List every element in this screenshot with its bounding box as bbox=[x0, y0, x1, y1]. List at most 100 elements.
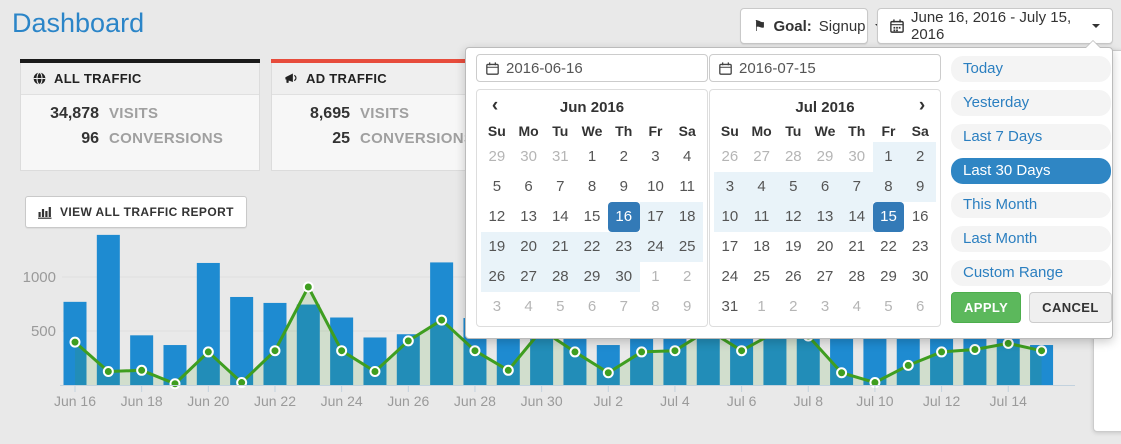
calendar-day[interactable]: 22 bbox=[576, 232, 608, 262]
start-date-input[interactable]: 2016-06-16 bbox=[476, 54, 708, 82]
calendar-day[interactable]: 2 bbox=[671, 262, 703, 292]
calendar-day[interactable]: 3 bbox=[481, 292, 513, 322]
calendar-day[interactable]: 28 bbox=[841, 262, 873, 292]
calendar-day[interactable]: 24 bbox=[714, 262, 746, 292]
date-range-button[interactable]: June 16, 2016 - July 15, 2016 bbox=[877, 8, 1113, 44]
calendar-day[interactable]: 6 bbox=[904, 292, 936, 322]
calendar-day[interactable]: 3 bbox=[640, 142, 672, 172]
calendar-day[interactable]: 24 bbox=[640, 232, 672, 262]
calendar-day-selected[interactable]: 16 bbox=[608, 202, 640, 232]
calendar-day[interactable]: 3 bbox=[809, 292, 841, 322]
calendar-day[interactable]: 11 bbox=[746, 202, 778, 232]
calendar-day[interactable]: 6 bbox=[513, 172, 545, 202]
range-option-custom-range[interactable]: Custom Range bbox=[951, 260, 1111, 286]
calendar-day[interactable]: 20 bbox=[513, 232, 545, 262]
calendar-day[interactable]: 6 bbox=[809, 172, 841, 202]
calendar-day[interactable]: 27 bbox=[513, 262, 545, 292]
range-option-last-7-days[interactable]: Last 7 Days bbox=[951, 124, 1111, 150]
next-month-arrow[interactable]: › bbox=[910, 94, 934, 120]
calendar-day[interactable]: 3 bbox=[714, 172, 746, 202]
calendar-day[interactable]: 5 bbox=[481, 172, 513, 202]
calendar-day[interactable]: 26 bbox=[777, 262, 809, 292]
calendar-day[interactable]: 19 bbox=[777, 232, 809, 262]
previous-month-arrow[interactable]: ‹ bbox=[483, 94, 507, 120]
calendar-day[interactable]: 8 bbox=[873, 172, 905, 202]
calendar-day[interactable]: 29 bbox=[873, 262, 905, 292]
calendar-day[interactable]: 7 bbox=[841, 172, 873, 202]
view-all-traffic-report-button[interactable]: VIEW ALL TRAFFIC REPORT bbox=[25, 196, 247, 228]
end-date-input[interactable]: 2016-07-15 bbox=[709, 54, 941, 82]
calendar-day[interactable]: 9 bbox=[608, 172, 640, 202]
calendar-day[interactable]: 29 bbox=[481, 142, 513, 172]
calendar-day[interactable]: 23 bbox=[608, 232, 640, 262]
calendar-day[interactable]: 12 bbox=[481, 202, 513, 232]
calendar-day[interactable]: 10 bbox=[640, 172, 672, 202]
calendar-day[interactable]: 28 bbox=[777, 142, 809, 172]
calendar-day[interactable]: 22 bbox=[873, 232, 905, 262]
calendar-day[interactable]: 6 bbox=[576, 292, 608, 322]
calendar-day[interactable]: 30 bbox=[608, 262, 640, 292]
calendar-day[interactable]: 23 bbox=[904, 232, 936, 262]
calendar-day[interactable]: 5 bbox=[544, 292, 576, 322]
range-option-last-30-days[interactable]: Last 30 Days bbox=[951, 158, 1111, 184]
calendar-day[interactable]: 4 bbox=[746, 172, 778, 202]
calendar-day[interactable]: 13 bbox=[809, 202, 841, 232]
calendar-day[interactable]: 30 bbox=[904, 262, 936, 292]
calendar-day[interactable]: 19 bbox=[481, 232, 513, 262]
calendar-day[interactable]: 25 bbox=[671, 232, 703, 262]
calendar-day[interactable]: 10 bbox=[714, 202, 746, 232]
calendar-day[interactable]: 4 bbox=[841, 292, 873, 322]
range-option-yesterday[interactable]: Yesterday bbox=[951, 90, 1111, 116]
calendar-day[interactable]: 7 bbox=[608, 292, 640, 322]
calendar-day[interactable]: 5 bbox=[873, 292, 905, 322]
calendar-day[interactable]: 13 bbox=[513, 202, 545, 232]
calendar-day[interactable]: 2 bbox=[608, 142, 640, 172]
calendar-day[interactable]: 26 bbox=[481, 262, 513, 292]
calendar-day[interactable]: 12 bbox=[777, 202, 809, 232]
calendar-day[interactable]: 18 bbox=[671, 202, 703, 232]
calendar-day[interactable]: 2 bbox=[777, 292, 809, 322]
calendar-day[interactable]: 15 bbox=[576, 202, 608, 232]
calendar-day[interactable]: 4 bbox=[671, 142, 703, 172]
calendar-day[interactable]: 17 bbox=[714, 232, 746, 262]
calendar-day[interactable]: 31 bbox=[544, 142, 576, 172]
calendar-day[interactable]: 8 bbox=[640, 292, 672, 322]
calendar-day[interactable]: 27 bbox=[746, 142, 778, 172]
calendar-day[interactable]: 7 bbox=[544, 172, 576, 202]
calendar-day[interactable]: 14 bbox=[544, 202, 576, 232]
calendar-day[interactable]: 1 bbox=[873, 142, 905, 172]
calendar-day[interactable]: 31 bbox=[714, 292, 746, 322]
calendar-day[interactable]: 1 bbox=[746, 292, 778, 322]
calendar-day[interactable]: 26 bbox=[714, 142, 746, 172]
calendar-day[interactable]: 4 bbox=[513, 292, 545, 322]
calendar-day[interactable]: 17 bbox=[640, 202, 672, 232]
goal-selector-button[interactable]: ⚑ Goal: Signup bbox=[740, 8, 868, 44]
calendar-day[interactable]: 21 bbox=[841, 232, 873, 262]
range-option-last-month[interactable]: Last Month bbox=[951, 226, 1111, 252]
calendar-day[interactable]: 18 bbox=[746, 232, 778, 262]
apply-button[interactable]: APPLY bbox=[951, 292, 1021, 323]
calendar-day-selected[interactable]: 15 bbox=[873, 202, 905, 232]
range-option-today[interactable]: Today bbox=[951, 56, 1111, 82]
calendar-day[interactable]: 16 bbox=[904, 202, 936, 232]
calendar-day[interactable]: 29 bbox=[576, 262, 608, 292]
calendar-day[interactable]: 20 bbox=[809, 232, 841, 262]
calendar-day[interactable]: 9 bbox=[904, 172, 936, 202]
calendar-day[interactable]: 28 bbox=[544, 262, 576, 292]
calendar-day[interactable]: 25 bbox=[746, 262, 778, 292]
range-option-this-month[interactable]: This Month bbox=[951, 192, 1111, 218]
calendar-day[interactable]: 21 bbox=[544, 232, 576, 262]
calendar-day[interactable]: 1 bbox=[576, 142, 608, 172]
calendar-day[interactable]: 29 bbox=[809, 142, 841, 172]
calendar-day[interactable]: 14 bbox=[841, 202, 873, 232]
calendar-day[interactable]: 30 bbox=[841, 142, 873, 172]
calendar-day[interactable]: 5 bbox=[777, 172, 809, 202]
calendar-day[interactable]: 2 bbox=[904, 142, 936, 172]
cancel-button[interactable]: CANCEL bbox=[1029, 292, 1112, 323]
calendar-day[interactable]: 9 bbox=[671, 292, 703, 322]
calendar-day[interactable]: 30 bbox=[513, 142, 545, 172]
calendar-day[interactable]: 27 bbox=[809, 262, 841, 292]
calendar-day[interactable]: 11 bbox=[671, 172, 703, 202]
calendar-day[interactable]: 8 bbox=[576, 172, 608, 202]
calendar-day[interactable]: 1 bbox=[640, 262, 672, 292]
